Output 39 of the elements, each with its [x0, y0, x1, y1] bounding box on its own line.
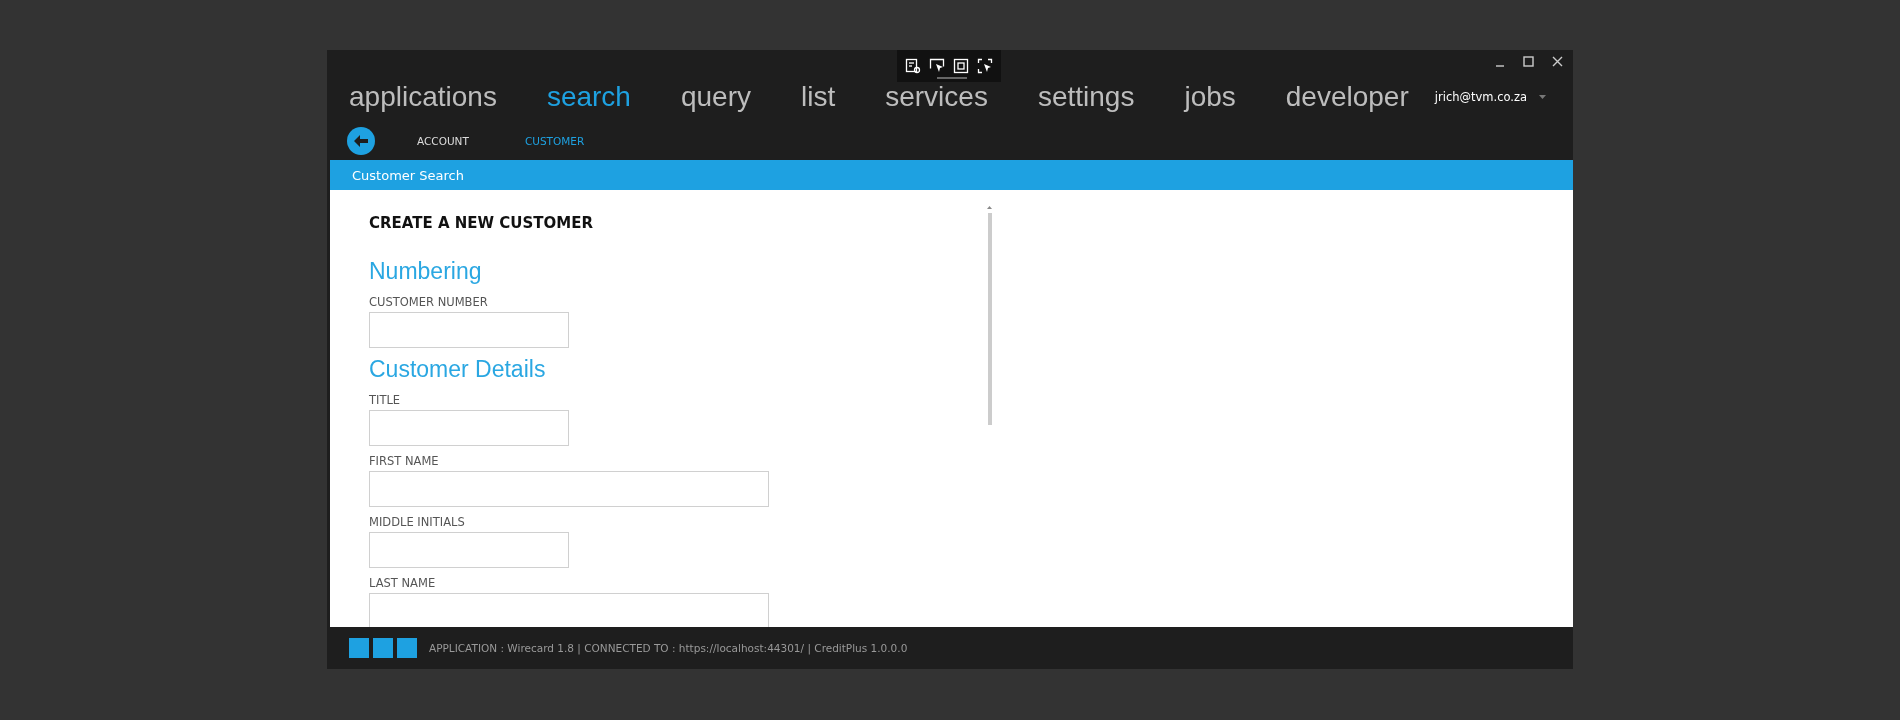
field-label: LAST NAME — [369, 576, 437, 590]
close-icon[interactable] — [1552, 56, 1563, 67]
tile-icon[interactable] — [349, 638, 369, 658]
scroll-up-icon[interactable] — [987, 206, 992, 209]
nav-tab[interactable]: list — [800, 81, 836, 113]
tile-icon[interactable] — [397, 638, 417, 658]
page-title: Customer Search — [352, 167, 464, 183]
field-label: TITLE — [369, 393, 402, 407]
sub-tab[interactable]: CUSTOMER — [524, 135, 585, 147]
scrollbar-thumb[interactable] — [987, 213, 992, 425]
field-label: FIRST NAME — [369, 454, 440, 468]
nav-tab[interactable]: applications — [349, 81, 497, 113]
maximize-icon[interactable] — [1523, 56, 1534, 67]
nav-tab[interactable]: jobs — [1184, 81, 1236, 113]
section-title: Numbering — [369, 258, 483, 285]
nav-tab[interactable]: services — [885, 81, 988, 113]
dropdown-caret-icon[interactable] — [1539, 94, 1547, 100]
visual-tree-icon[interactable] — [905, 58, 921, 74]
input-field[interactable] — [369, 532, 569, 568]
sub-tab[interactable]: ACCOUNT — [417, 135, 469, 147]
field-label: CUSTOMER NUMBER — [369, 295, 489, 309]
nav-tab[interactable]: search — [546, 81, 631, 113]
nav-tab[interactable]: query — [680, 81, 751, 113]
cursor-frame-icon[interactable] — [977, 58, 993, 74]
user-email[interactable]: jrich@tvm.co.za — [1434, 90, 1528, 104]
input-field[interactable] — [369, 471, 769, 507]
nav-tab[interactable]: developer — [1285, 81, 1409, 113]
input-field[interactable] — [369, 312, 569, 348]
tile-icon[interactable] — [373, 638, 393, 658]
status-text: APPLICATION : Wirecard 1.8 | CONNECTED TO : https://localhost:44301/ | CreditPlus 1.0.0.0 — [429, 642, 908, 654]
frame-icon[interactable] — [953, 58, 969, 74]
select-element-icon[interactable] — [929, 58, 945, 74]
section-title: Customer Details — [369, 356, 547, 383]
field-label: MIDDLE INITIALS — [369, 515, 466, 529]
input-field[interactable] — [369, 410, 569, 446]
form-heading: CREATE A NEW CUSTOMER — [369, 214, 595, 232]
nav-tab[interactable]: settings — [1037, 81, 1135, 113]
input-field[interactable] — [369, 593, 769, 627]
back-button[interactable] — [347, 127, 375, 155]
